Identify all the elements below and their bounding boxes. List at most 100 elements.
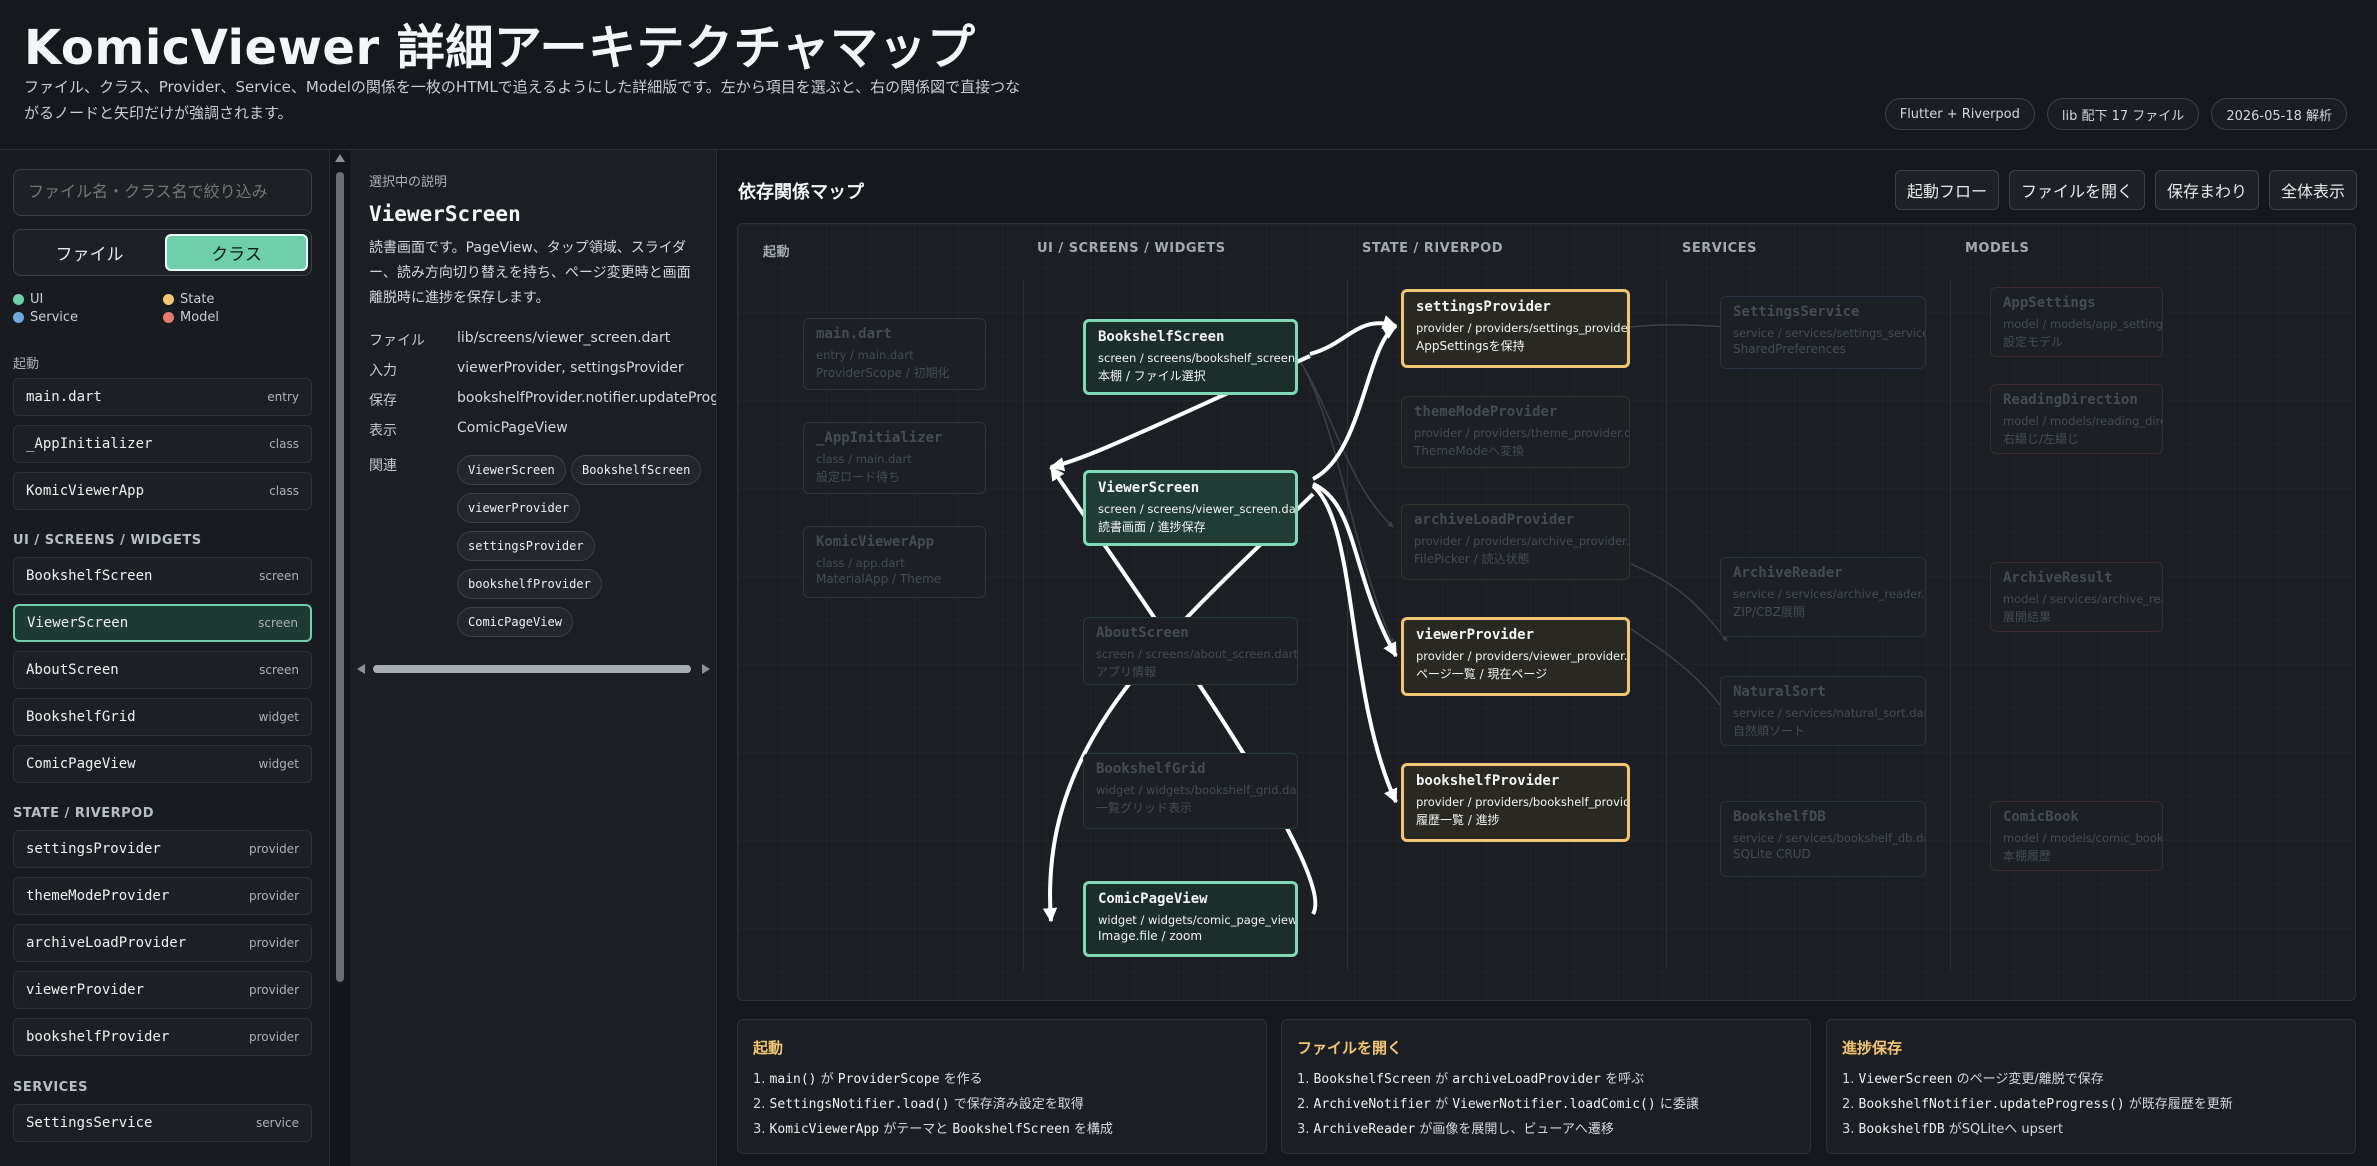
sidebar-item-archiveloadprovider[interactable]: archiveLoadProvider provider: [13, 924, 312, 962]
step-number: 3.: [753, 1122, 770, 1137]
sidebar-scrollbar[interactable]: [331, 150, 349, 1166]
sidebar-item-bookshelfscreen[interactable]: BookshelfScreen screen: [13, 557, 312, 595]
step-text: に委譲: [1655, 1097, 1699, 1112]
flow-card-progress-save: 進捗保存 1. ViewerScreen のページ変更/離脱で保存 2. Book…: [1826, 1019, 2356, 1154]
map-node-main-dart[interactable]: main.dart entry / main.dart ProviderScope …: [803, 318, 986, 390]
sidebar-item-settingsservice[interactable]: SettingsService service: [13, 1104, 312, 1142]
detail-description: 読書画面です。PageView、タップ領域、スライダー、読み方向切り替えを持ち、…: [369, 240, 691, 306]
legend-model: Model: [163, 310, 219, 325]
sidebar-item-settingsprovider[interactable]: settingsProvider provider: [13, 830, 312, 868]
map-node-naturalsort[interactable]: NaturalSort service / services/natural_so…: [1720, 676, 1926, 746]
toggle-class[interactable]: クラス: [165, 234, 308, 271]
code-token: SettingsNotifier.load(): [769, 1097, 950, 1112]
step-text: が既存履歴を更新: [2124, 1097, 2233, 1112]
page-subtitle: ファイル、クラス、Provider、Service、Modelの関係を一枚のHT…: [24, 78, 1021, 122]
section-label-state: STATE / RIVERPOD: [13, 806, 154, 821]
show-all-button[interactable]: 全体表示: [2268, 170, 2357, 210]
related-chip-viewerprovider[interactable]: viewerProvider: [457, 493, 581, 523]
step-text: を呼ぶ: [1600, 1072, 1645, 1087]
flow-card-open-file: ファイルを開く 1. BookshelfScreen が archiveLoad…: [1281, 1019, 1811, 1154]
map-node-bookshelfscreen[interactable]: BookshelfScreen screen / screens/bookshel…: [1083, 319, 1298, 395]
scroll-left-arrow-icon[interactable]: [357, 664, 365, 674]
map-node-viewerprovider[interactable]: viewerProvider provider / providers/viewe…: [1401, 617, 1630, 696]
flow-step: 1. main() が ProviderScope を作る: [753, 1067, 1113, 1092]
map-node-bookshelfgrid[interactable]: BookshelfGrid widget / widgets/bookshelf_…: [1083, 753, 1298, 829]
map-node-komicviewerapp[interactable]: KomicViewerApp class / app.dart MaterialAp…: [803, 526, 986, 598]
scroll-right-arrow-icon[interactable]: [702, 664, 710, 674]
map-panel: 依存関係マップ 起動フロー ファイルを開く 保存まわり 全体表示 起動 UI /…: [718, 150, 2377, 1166]
flow-step: 3. BookshelfDB がSQLiteへ upsert: [1842, 1117, 2233, 1142]
sidebar: ファイル クラス UI State Service Model 起動 main.…: [0, 150, 330, 1166]
framework-badge: Flutter + Riverpod: [1884, 98, 2035, 130]
code-token: BookshelfScreen: [1313, 1072, 1431, 1087]
map-node-comicbook[interactable]: ComicBookmodel / models/comic_book.dart本…: [1990, 801, 2163, 871]
related-chip-bookshelfprovider[interactable]: bookshelfProvider: [457, 569, 602, 599]
step-number: 3.: [1842, 1122, 1859, 1137]
map-node-archiveloadprovider[interactable]: archiveLoadProvider provider / providers/…: [1401, 504, 1630, 580]
code-token: KomicViewerApp: [769, 1122, 880, 1137]
map-node-thememodeprovider[interactable]: themeModeProvider provider / providers/th…: [1401, 396, 1630, 468]
sidebar-item-main-dart[interactable]: main.dart entry: [13, 378, 312, 416]
scroll-up-arrow-icon[interactable]: [335, 154, 345, 162]
step-number: 1.: [753, 1072, 770, 1087]
flow-steps: 1. main() が ProviderScope を作る 2. Settings…: [753, 1067, 1113, 1142]
sidebar-scroll-thumb[interactable]: [336, 172, 344, 982]
legend-ui: UI: [13, 292, 43, 307]
related-chip-bookshelfscreen[interactable]: BookshelfScreen: [571, 455, 702, 485]
map-node-settingsprovider[interactable]: settingsProvider provider / providers/set…: [1401, 289, 1630, 368]
model-dot-icon: [163, 312, 174, 323]
sidebar-item-bookshelfprovider[interactable]: bookshelfProvider provider: [13, 1018, 312, 1056]
map-node-comicpageview[interactable]: ComicPageView widget / widgets/comic_page…: [1083, 881, 1298, 957]
detail-scrollbar[interactable]: [355, 660, 712, 678]
filter-input[interactable]: [13, 169, 312, 216]
code-token: ArchiveReader: [1313, 1122, 1416, 1137]
map-node-appsettings[interactable]: AppSettingsmodel / models/app_settings.d…: [1990, 287, 2163, 357]
legend-state: State: [163, 292, 214, 307]
step-text: が: [1430, 1097, 1453, 1112]
save-flow-button[interactable]: 保存まわり: [2154, 170, 2259, 210]
flow-step: 2. BookshelfNotifier.updateProgress() が既…: [1842, 1092, 2233, 1117]
sidebar-item-aboutscreen[interactable]: AboutScreen screen: [13, 651, 312, 689]
sidebar-item-app-initializer[interactable]: _AppInitializer class: [13, 425, 312, 463]
sidebar-item-viewerprovider[interactable]: viewerProvider provider: [13, 971, 312, 1009]
step-text: が: [1430, 1072, 1453, 1087]
map-node-app-initializer[interactable]: _AppInitializer class / main.dart 設定ロード待ち: [803, 422, 986, 494]
sidebar-item-viewerscreen[interactable]: ViewerScreen screen: [13, 604, 312, 642]
flow-card-startup: 起動 1. main() が ProviderScope を作る 2. Setti…: [737, 1019, 1267, 1154]
detail-scroll-thumb[interactable]: [373, 665, 691, 673]
legend: UI State Service Model: [13, 290, 312, 330]
map-node-viewerscreen[interactable]: ViewerScreen screen / screens/viewer_scre…: [1083, 470, 1298, 546]
sidebar-item-komicviewerapp[interactable]: KomicViewerApp class: [13, 472, 312, 510]
section-label-services: SERVICES: [13, 1080, 88, 1095]
open-file-button[interactable]: ファイルを開く: [2008, 170, 2145, 210]
map-node-readingdirection[interactable]: ReadingDirection model / models/reading_d…: [1990, 384, 2163, 454]
code-token: ViewerNotifier.loadComic(): [1452, 1097, 1656, 1112]
startup-flow-button[interactable]: 起動フロー: [1894, 170, 1999, 210]
code-token: BookshelfScreen: [952, 1122, 1070, 1137]
map-node-bookshelfprovider[interactable]: bookshelfProvider provider / providers/bo…: [1401, 763, 1630, 842]
toggle-file[interactable]: ファイル: [18, 234, 161, 271]
step-number: 3.: [1297, 1122, 1314, 1137]
meta-pills: Flutter + Riverpod lib 配下 17 ファイル 2026-0…: [1884, 98, 2347, 130]
step-text: がSQLiteへ upsert: [1944, 1122, 2064, 1137]
sidebar-item-bookshelfgrid[interactable]: BookshelfGrid widget: [13, 698, 312, 736]
code-token: ArchiveNotifier: [1313, 1097, 1431, 1112]
related-chip-comicpageview[interactable]: ComicPageView: [457, 607, 573, 637]
view-toggle: ファイル クラス: [13, 229, 312, 276]
map-node-archivereader[interactable]: ArchiveReader service / services/archive_…: [1720, 557, 1926, 637]
step-number: 1.: [1297, 1072, 1314, 1087]
step-text: が画像を展開し、ビューアへ遷移: [1415, 1122, 1614, 1137]
map-node-aboutscreen[interactable]: AboutScreen screen / screens/about_screen…: [1083, 617, 1298, 685]
detail-caption: 選択中の説明: [369, 175, 448, 190]
flow-step: 1. ViewerScreen のページ変更/離脱で保存: [1842, 1067, 2233, 1092]
related-chip-viewerscreen[interactable]: ViewerScreen: [457, 455, 566, 485]
sidebar-item-thememodeprovider[interactable]: themeModeProvider provider: [13, 877, 312, 915]
sidebar-item-comicpageview[interactable]: ComicPageView widget: [13, 745, 312, 783]
dependency-map[interactable]: 起動 UI / SCREENS / WIDGETS STATE / RIVERP…: [737, 223, 2356, 1001]
map-node-archiveresult[interactable]: ArchiveResult model / services/archive_re…: [1990, 562, 2163, 632]
step-text: のページ変更/離脱で保存: [1952, 1072, 2104, 1087]
step-number: 1.: [1842, 1072, 1859, 1087]
map-node-bookshelfdb[interactable]: BookshelfDB service / services/bookshelf_…: [1720, 801, 1926, 877]
map-node-settingsservice[interactable]: SettingsService service / services/settin…: [1720, 296, 1926, 369]
related-chip-settingsprovider[interactable]: settingsProvider: [457, 531, 595, 561]
